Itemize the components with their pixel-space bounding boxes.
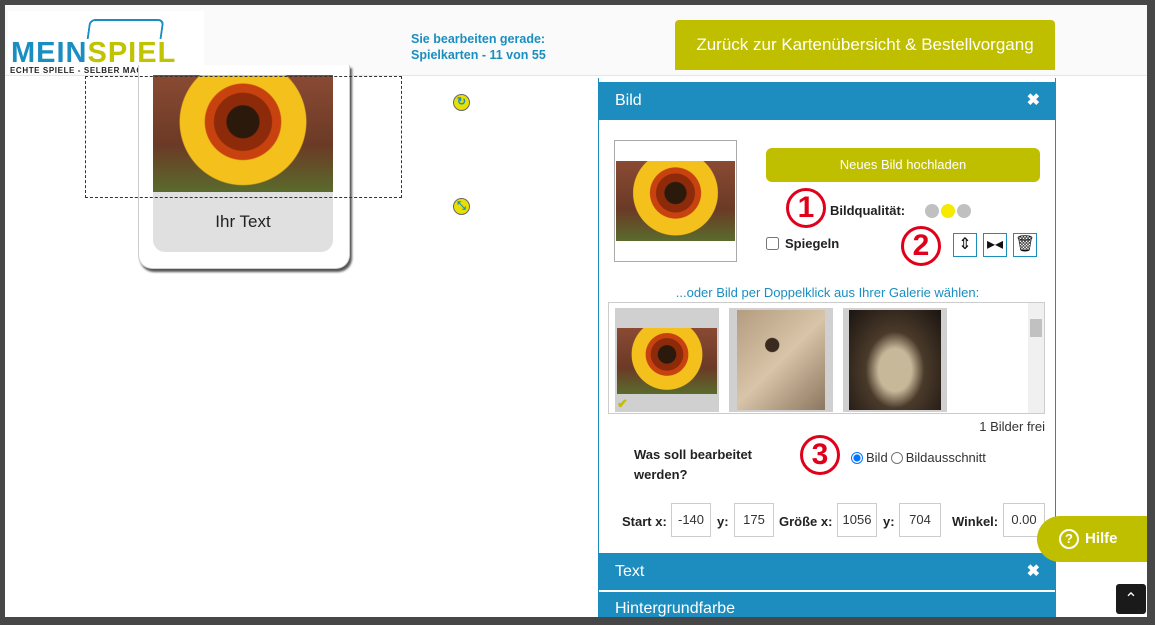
size-x-input[interactable]: 1056	[837, 503, 877, 537]
quality-dot-active	[941, 204, 955, 218]
radio-bild[interactable]	[851, 451, 863, 464]
background-color-section-header[interactable]: Hintergrundfarbe	[599, 592, 1056, 617]
annotation-1: 1	[786, 188, 826, 228]
rotate-handle-icon[interactable]: ↻	[453, 94, 470, 111]
logo-cards-icon	[86, 19, 165, 39]
gallery-thumb-sunflower[interactable]: ✔	[615, 308, 719, 412]
quality-dot	[957, 204, 971, 218]
edit-target-radio-group: Bild Bildausschnitt	[851, 450, 986, 465]
help-label: Hilfe	[1085, 530, 1118, 547]
help-button[interactable]: ? Hilfe	[1037, 516, 1147, 562]
quality-label: Bildqualität:	[830, 203, 906, 218]
size-x-label: Größe x:	[779, 514, 833, 529]
gallery-thumb-keys[interactable]	[729, 308, 833, 412]
current-image-preview	[614, 140, 737, 262]
size-y-input[interactable]: 704	[899, 503, 941, 537]
image-gallery[interactable]: ✔	[608, 302, 1045, 414]
selection-frame[interactable]	[85, 76, 402, 198]
mirror-label: Spiegeln	[785, 236, 840, 251]
text-section-title: Text	[615, 563, 645, 580]
start-y-label: y:	[717, 514, 729, 529]
gallery-scrollbar[interactable]	[1028, 303, 1044, 413]
annotation-2: 2	[901, 226, 941, 266]
logo-text-a: MEIN	[11, 37, 88, 69]
gallery-thumb-crystal[interactable]	[843, 308, 947, 412]
selected-check-icon: ✔	[617, 396, 628, 411]
quality-dot	[925, 204, 939, 218]
upload-image-button[interactable]: Neues Bild hochladen	[766, 148, 1040, 182]
gallery-label: ...oder Bild per Doppelklick aus Ihrer G…	[675, 285, 980, 300]
quality-indicator	[925, 204, 973, 223]
annotation-3: 3	[800, 435, 840, 475]
trash-icon[interactable]: 🗑	[1013, 233, 1037, 257]
card-text[interactable]: Ihr Text	[153, 192, 333, 252]
radio-bildausschnitt[interactable]	[890, 451, 903, 464]
start-y-input[interactable]: 175	[734, 503, 774, 537]
edit-target-question: Was soll bearbeitet werden?	[634, 447, 752, 482]
radio-bildausschnitt-label: Bildausschnitt	[905, 450, 986, 465]
question-icon: ?	[1059, 529, 1079, 550]
page: MEINSPIEL ECHTE SPIELE - SELBER MACHEN S…	[5, 5, 1147, 617]
current-image	[616, 161, 735, 241]
editing-card-count: Spielkarten - 11 von 55	[411, 48, 546, 62]
scroll-to-top-icon[interactable]: ⌃	[1116, 584, 1146, 614]
logo[interactable]: MEINSPIEL ECHTE SPIELE - SELBER MACHEN	[8, 11, 204, 75]
mirror-option[interactable]: Spiegeln	[766, 236, 839, 251]
free-images-count: 1 Bilder frei	[979, 419, 1045, 434]
bild-section-header[interactable]: Bild ✖	[599, 82, 1056, 120]
start-x-label: Start x:	[622, 514, 667, 529]
start-x-input[interactable]: -140	[671, 503, 711, 537]
editing-status: Sie bearbeiten gerade: Spielkarten - 11 …	[411, 31, 546, 63]
back-to-overview-button[interactable]: Zurück zur Kartenübersicht & Bestellvorg…	[675, 20, 1055, 70]
angle-label: Winkel:	[952, 514, 999, 529]
flip-horizontal-icon[interactable]: ▸◂	[983, 233, 1007, 257]
background-section-title: Hintergrundfarbe	[615, 600, 736, 617]
edit-panel: Bild ✖ Neues Bild hochladen 1 Bildqualitä…	[598, 78, 1056, 617]
text-section-header[interactable]: Text ✖	[599, 553, 1056, 590]
resize-handle-icon[interactable]: ⤡	[453, 198, 470, 215]
close-icon[interactable]: ✖	[1027, 82, 1040, 120]
size-y-label: y:	[883, 514, 895, 529]
mirror-checkbox[interactable]	[766, 237, 779, 250]
flip-vertical-icon[interactable]: ⇕	[953, 233, 977, 257]
editing-label: Sie bearbeiten gerade:	[411, 32, 546, 46]
bild-title: Bild	[615, 92, 642, 109]
close-icon[interactable]: ✖	[1027, 553, 1040, 590]
radio-bild-label: Bild	[866, 450, 888, 465]
